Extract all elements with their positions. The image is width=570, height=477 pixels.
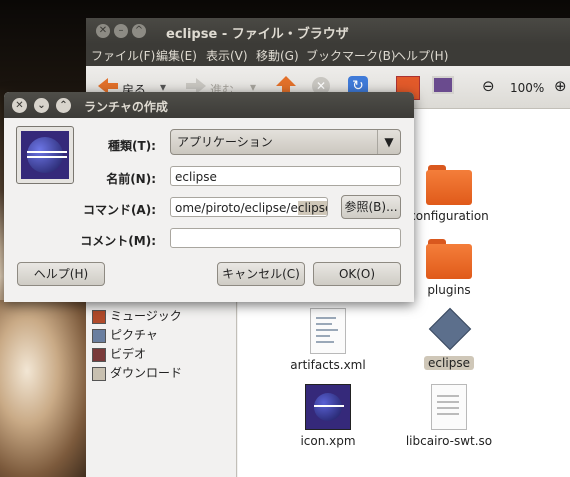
help-button[interactable]: ヘルプ(H) <box>17 262 105 286</box>
name-label: 名前(N): <box>106 172 156 186</box>
computer-icon[interactable] <box>432 76 454 94</box>
sidebar-item-label: ダウンロード <box>110 366 183 380</box>
maximize-icon[interactable]: ⌃ <box>56 98 71 113</box>
sidebar-item-label: ピクチャ <box>110 328 158 342</box>
downloads-folder-icon <box>92 366 106 381</box>
folder-icon <box>426 165 472 205</box>
name-field[interactable]: eclipse <box>170 166 401 186</box>
type-combo-value: アプリケーション <box>177 135 273 149</box>
menu-bookmarks[interactable]: ブックマーク(B) <box>306 47 396 64</box>
comment-field[interactable] <box>170 228 401 248</box>
zoom-level: 100% <box>510 81 545 95</box>
minimize-icon[interactable]: ⌄ <box>34 98 49 113</box>
file-label: eclipse <box>424 356 474 370</box>
name-field-value: eclipse <box>175 170 217 184</box>
file-label: libcairo-swt.so <box>405 434 493 448</box>
sidebar-item-downloads[interactable]: ダウンロード <box>92 364 182 382</box>
file-item-icon-xpm[interactable]: icon.xpm <box>273 384 383 448</box>
command-field-value: ome/piroto/eclipse/e <box>175 201 298 215</box>
dialog-title: ランチャの作成 <box>84 100 168 114</box>
file-item-artifacts-xml[interactable]: artifacts.xml <box>273 308 383 372</box>
cancel-button[interactable]: キャンセル(C) <box>217 262 305 286</box>
videos-folder-icon <box>92 347 106 362</box>
dialog-titlebar: ✕ ⌄ ⌃ ランチャの作成 <box>4 92 414 118</box>
window-title: eclipse - ファイル・ブラウザ <box>166 27 349 42</box>
pictures-folder-icon <box>92 328 106 343</box>
sidebar-item-label: ビデオ <box>110 347 147 361</box>
file-item-eclipse[interactable]: eclipse <box>394 307 504 370</box>
file-label: icon.xpm <box>300 434 356 448</box>
ok-button[interactable]: OK(O) <box>313 262 401 286</box>
executable-file-icon <box>428 307 472 352</box>
type-combo[interactable]: アプリケーション ▼ <box>170 129 401 155</box>
menu-edit[interactable]: 編集(E) <box>156 47 197 64</box>
type-label: 種類(T): <box>108 139 156 153</box>
menu-help[interactable]: ヘルプ(H) <box>394 47 448 64</box>
xml-file-icon <box>310 308 346 354</box>
image-file-icon <box>305 384 351 430</box>
command-label: コマンド(A): <box>82 203 156 217</box>
music-folder-icon <box>92 309 106 324</box>
create-launcher-dialog: ✕ ⌄ ⌃ ランチャの作成 種類(T): アプリケーション ▼ 名前(N): e… <box>4 92 414 302</box>
menu-view[interactable]: 表示(V) <box>206 47 248 64</box>
command-field[interactable]: ome/piroto/eclipse/eclipse <box>170 197 328 217</box>
wallpaper-planet <box>0 300 90 477</box>
file-label: artifacts.xml <box>290 358 366 372</box>
combo-arrow-icon: ▼ <box>377 130 400 154</box>
menubar: ファイル(F) 編集(E) 表示(V) 移動(G) ブックマーク(B) ヘルプ(… <box>86 44 570 66</box>
file-item-libcairo-swt-so[interactable]: libcairo-swt.so <box>394 384 504 448</box>
sidebar-item-pictures[interactable]: ピクチャ <box>92 326 158 344</box>
library-file-icon <box>431 384 467 430</box>
sidebar-item-label: ミュージック <box>110 309 182 323</box>
folder-icon <box>426 239 472 279</box>
zoom-in-icon[interactable]: ⊕ <box>554 77 567 95</box>
close-icon[interactable]: ✕ <box>12 98 27 113</box>
zoom-out-icon[interactable]: ⊖ <box>482 77 495 95</box>
sidebar-item-videos[interactable]: ビデオ <box>92 345 146 363</box>
menu-file[interactable]: ファイル(F) <box>91 47 155 64</box>
menu-go[interactable]: 移動(G) <box>256 47 299 64</box>
minimize-icon[interactable]: – <box>114 24 128 38</box>
browse-button[interactable]: 参照(B)... <box>341 195 401 219</box>
command-field-selection: clipse <box>297 201 327 215</box>
comment-label: コメント(M): <box>80 234 156 248</box>
close-icon[interactable]: ✕ <box>96 24 110 38</box>
maximize-icon[interactable]: ^ <box>132 24 146 38</box>
sidebar-item-music[interactable]: ミュージック <box>92 307 182 325</box>
file-browser-titlebar: ✕ – ^ eclipse - ファイル・ブラウザ <box>86 18 570 44</box>
